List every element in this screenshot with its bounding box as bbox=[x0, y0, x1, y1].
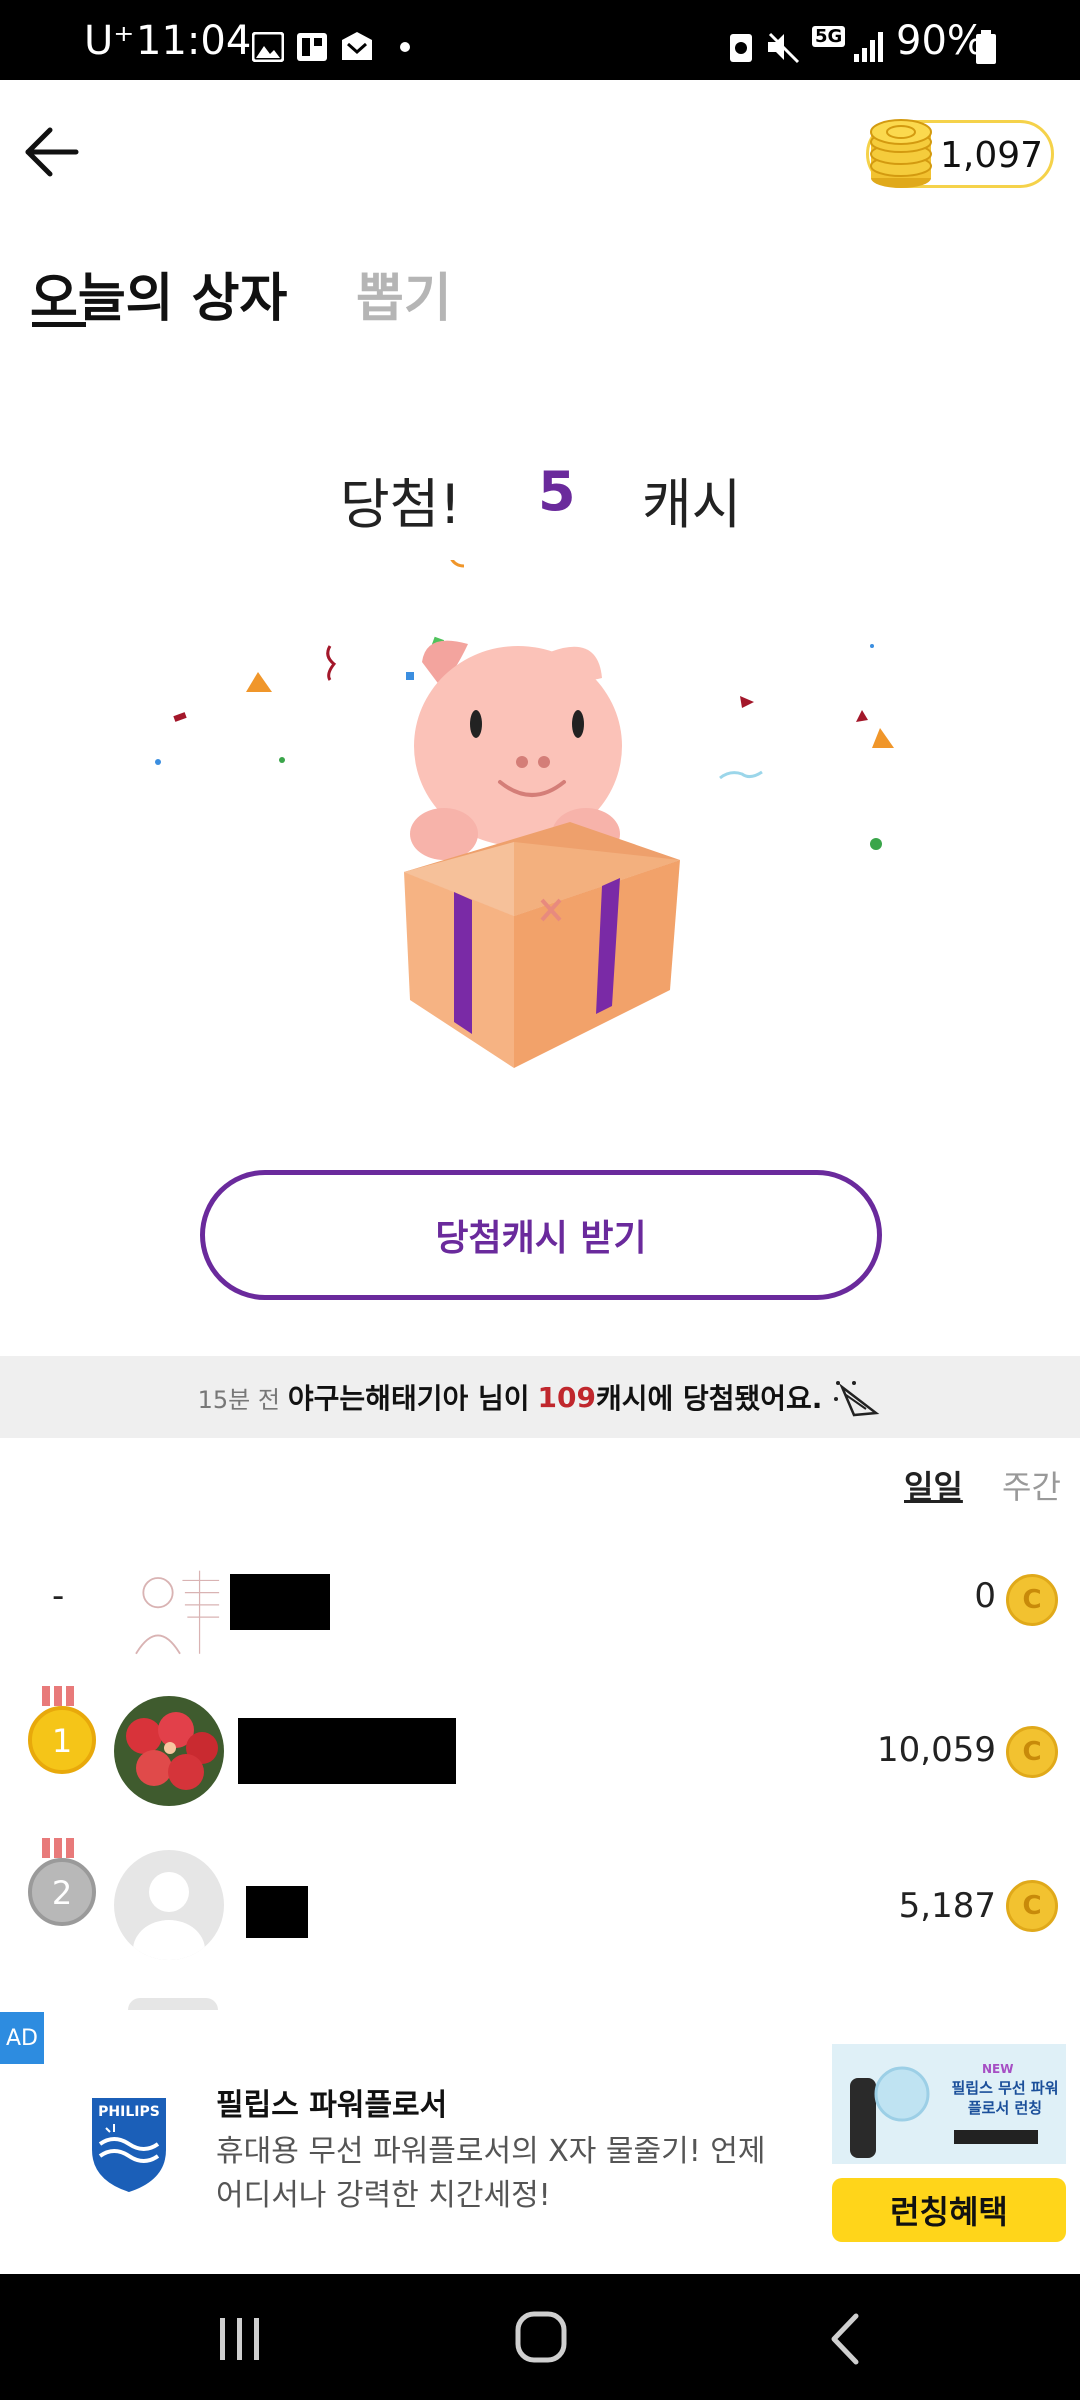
silver-medal-icon: 2 bbox=[28, 1838, 96, 1926]
battery-label: 90% bbox=[896, 18, 985, 64]
redacted-username bbox=[238, 1718, 456, 1784]
philips-logo: PHILIPS bbox=[92, 2098, 166, 2192]
tab-daily[interactable]: 일일 bbox=[904, 1462, 963, 1508]
tab-weekly[interactable]: 주간 bbox=[1002, 1462, 1061, 1508]
home-icon[interactable] bbox=[514, 2310, 570, 2366]
win-amount: 5 bbox=[538, 460, 576, 523]
ranking-row-me: - 0 C bbox=[0, 1526, 1080, 1676]
ad-thumb-new: NEW bbox=[982, 2062, 1014, 2076]
app-icon bbox=[297, 33, 327, 61]
recent-apps-icon[interactable] bbox=[210, 2314, 270, 2364]
dot-icon bbox=[400, 42, 410, 52]
coin-icon: C bbox=[1006, 1726, 1058, 1778]
ranking-row-1: 1 10,059 C bbox=[0, 1676, 1080, 1826]
tab-todays-box[interactable]: 오늘의 상자 bbox=[30, 256, 287, 331]
redacted-username bbox=[246, 1886, 308, 1938]
svg-text:PHILIPS: PHILIPS bbox=[98, 2104, 160, 2120]
ad-title: 필립스 파워플로서 bbox=[216, 2088, 448, 2123]
status-bar: U⁺ 11:04 5G 90% bbox=[0, 0, 1080, 80]
ad-thumb-title: 필립스 무선 파워플로서 런칭 bbox=[951, 2079, 1059, 2117]
claim-cash-button[interactable]: 당첨캐시 받기 bbox=[200, 1170, 882, 1300]
system-nav-bar bbox=[0, 2274, 1080, 2400]
pig-gift-box-illustration bbox=[155, 560, 894, 1068]
redacted-username bbox=[230, 1574, 330, 1630]
tab-draw[interactable]: 뽑기 bbox=[356, 256, 452, 331]
coin-icon: C bbox=[1006, 1880, 1058, 1932]
mute-icon bbox=[768, 32, 800, 64]
coin-stack-icon bbox=[870, 119, 932, 188]
pig-character bbox=[410, 640, 622, 860]
network-label: 5G bbox=[812, 26, 846, 47]
ranking-row-2: 2 5,187 C bbox=[0, 1826, 1080, 1976]
medal-rank-number: 1 bbox=[52, 1722, 72, 1760]
mail-icon bbox=[342, 32, 372, 60]
avatar-partial bbox=[128, 1998, 218, 2010]
rank-score: 5,187 bbox=[898, 1886, 996, 1926]
win-unit: 캐시 bbox=[642, 473, 742, 536]
win-label: 당첨! bbox=[340, 473, 462, 536]
back-arrow-icon[interactable] bbox=[20, 120, 84, 184]
ticker-time: 15분 전 bbox=[197, 1385, 280, 1414]
clock: 11:04 bbox=[136, 18, 252, 64]
ad-cta-button[interactable]: 런칭혜택 bbox=[832, 2178, 1066, 2242]
gallery-icon bbox=[252, 32, 284, 62]
avatar-sketch bbox=[114, 1556, 224, 1666]
back-nav-icon[interactable] bbox=[820, 2312, 870, 2366]
winner-ticker: 15분 전 야구는해태기아 님이 109 캐시에 당첨됐어요. bbox=[0, 1356, 1080, 1438]
battery-icon bbox=[976, 30, 996, 64]
rank-score: 0 bbox=[974, 1576, 996, 1616]
gold-medal-icon: 1 bbox=[28, 1686, 96, 1774]
ad-thumbnail[interactable]: NEW 필립스 무선 파워플로서 런칭 bbox=[832, 2044, 1066, 2164]
ticker-suffix: 캐시에 당첨됐어요. bbox=[595, 1382, 823, 1415]
signal-icon bbox=[854, 32, 883, 62]
tab-active-indicator bbox=[32, 322, 86, 327]
rank-label: - bbox=[52, 1576, 65, 1616]
ticker-name: 야구는해태기아 님이 bbox=[287, 1382, 530, 1415]
rank-score: 10,059 bbox=[877, 1730, 996, 1770]
avatar-placeholder bbox=[114, 1850, 224, 1960]
ad-badge: AD bbox=[0, 2012, 44, 2064]
coin-count: 1,097 bbox=[940, 135, 1044, 176]
party-popper-icon bbox=[834, 1381, 880, 1417]
avatar-apples bbox=[114, 1696, 224, 1806]
ticker-amount: 109 bbox=[537, 1380, 596, 1414]
medal-rank-number: 2 bbox=[52, 1874, 72, 1912]
coin-icon: C bbox=[1006, 1574, 1058, 1626]
ad-description: 휴대용 무선 파워플로서의 X자 물줄기! 언제 어디서나 강력한 치간세정! bbox=[216, 2134, 766, 2213]
carrier-label: U⁺ bbox=[84, 18, 135, 64]
battery-saver-icon bbox=[730, 34, 752, 62]
